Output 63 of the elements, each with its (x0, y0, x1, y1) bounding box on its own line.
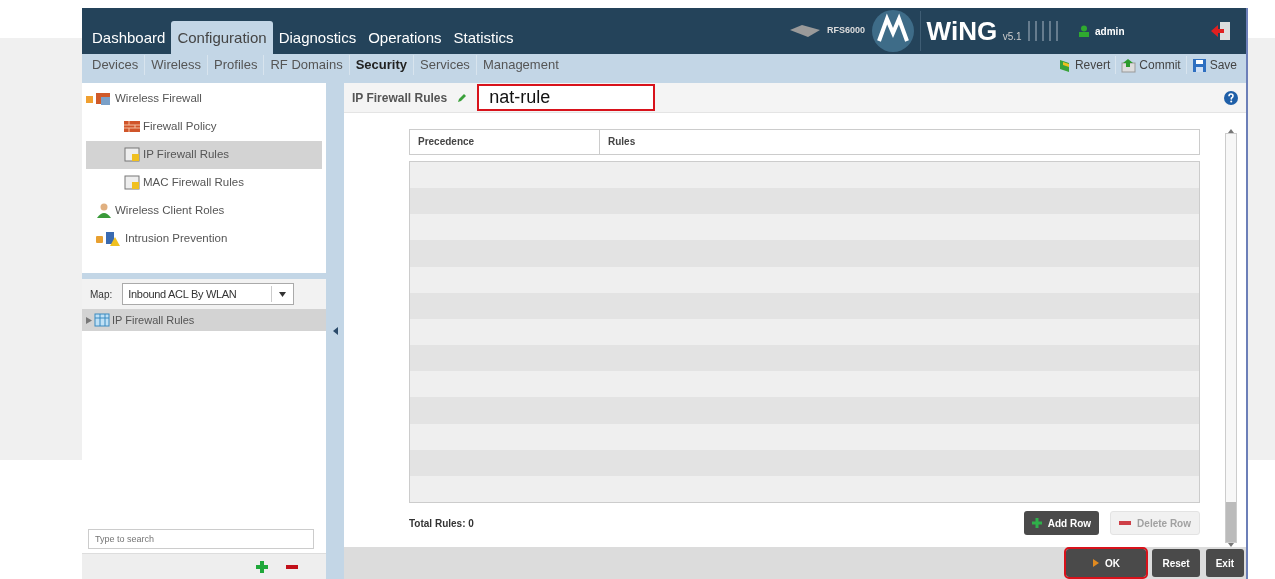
sub-tab[interactable]: Services (414, 55, 477, 75)
sub-tab[interactable]: Profiles (208, 55, 265, 75)
arrow-icon (1092, 559, 1099, 567)
sub-tab[interactable]: Management (476, 55, 565, 75)
tree-item[interactable]: Wireless Firewall (86, 85, 322, 113)
collapse-icon[interactable] (332, 327, 338, 335)
save-icon (1191, 57, 1207, 73)
sub-tab[interactable]: Wireless (145, 55, 209, 75)
expand-arrow-icon (86, 316, 92, 324)
main-tab[interactable]: Statistics (447, 20, 520, 54)
toolbar-link[interactable]: Save (1209, 56, 1237, 74)
firewall-icon (96, 91, 112, 107)
device-name: RFS6000 (827, 24, 866, 38)
help-icon[interactable] (1224, 90, 1238, 105)
shield-icon (106, 231, 122, 247)
search-field[interactable]: Type to search (88, 529, 314, 549)
dialog-button[interactable]: OK (1066, 549, 1147, 577)
tree-item[interactable]: Wireless Client Roles (86, 197, 322, 225)
main-tab[interactable]: Operations (362, 20, 448, 54)
main-tab[interactable]: Configuration (171, 20, 273, 54)
expand-toggle-icon[interactable] (96, 235, 103, 243)
name-field[interactable]: nat-rule (477, 84, 656, 111)
tree-item[interactable]: Firewall Policy (86, 113, 322, 141)
dialog-button[interactable]: Reset (1152, 549, 1200, 577)
sub-tab[interactable]: RF Domains (264, 55, 350, 75)
map-tree-item[interactable]: IP Firewall Rules (82, 309, 326, 331)
scrollbar[interactable] (1225, 133, 1237, 543)
main-tab[interactable]: Diagnostics (272, 20, 363, 54)
caret-icon (279, 292, 287, 298)
user-icon (1077, 25, 1090, 37)
plus-icon (1031, 518, 1042, 528)
total-rules-label: Total Rules: 0 (409, 516, 474, 531)
add-row-button[interactable]: Add Row (1023, 511, 1100, 535)
toolbar-link[interactable]: Revert (1074, 56, 1111, 74)
tree-item[interactable]: MAC Firewall Rules (86, 169, 322, 197)
version-label: v5.1 (1002, 29, 1022, 44)
tree-item[interactable]: Intrusion Prevention (86, 225, 322, 253)
brick-wall-icon (124, 119, 140, 135)
add-icon[interactable] (256, 560, 268, 573)
commit-icon (1121, 57, 1137, 73)
document-icon (124, 175, 140, 191)
sub-tab[interactable]: Security (349, 55, 414, 75)
product-name: WiNG (926, 14, 998, 48)
document-icon (124, 147, 140, 163)
logo-icon (870, 9, 915, 53)
table-icon (94, 313, 110, 327)
pencil-icon (457, 92, 468, 103)
minus-icon (1119, 521, 1132, 525)
toolbar-link[interactable]: Commit (1139, 56, 1181, 74)
map-select[interactable]: Inbound ACL By WLAN (122, 283, 295, 305)
panel-title: IP Firewall Rules (352, 89, 448, 107)
person-icon (96, 203, 112, 219)
user-name: admin (1095, 24, 1125, 39)
logout-icon[interactable] (1210, 21, 1232, 41)
remove-icon[interactable] (286, 564, 298, 569)
sub-tab[interactable]: Devices (86, 55, 146, 75)
tree-item[interactable]: IP Firewall Rules (86, 141, 322, 169)
dialog-button[interactable]: Exit (1205, 549, 1244, 577)
column-header[interactable]: Rules (600, 130, 636, 154)
main-tab[interactable]: Dashboard (86, 20, 172, 54)
map-label: Map: (90, 287, 113, 302)
column-header[interactable]: Precedence (410, 130, 600, 154)
expand-toggle-icon[interactable] (86, 95, 93, 103)
